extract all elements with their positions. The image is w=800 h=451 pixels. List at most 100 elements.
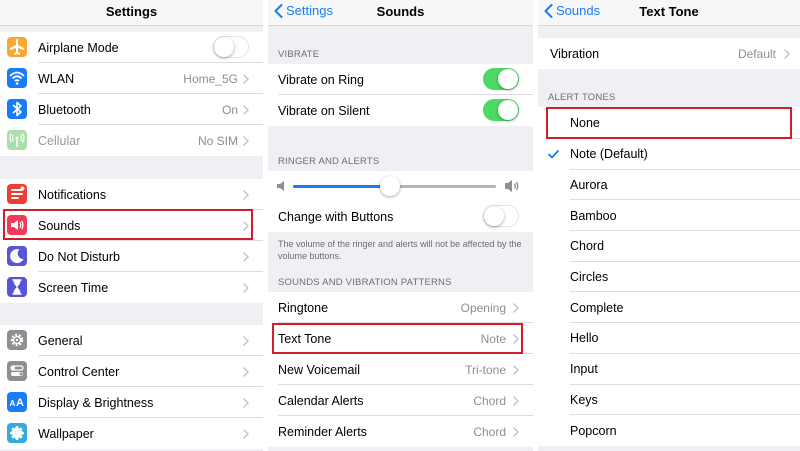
- pattern-item-reminder-alerts[interactable]: Reminder Alerts Chord: [268, 416, 533, 447]
- tone-item-note-default[interactable]: Note (Default): [538, 139, 800, 170]
- chevron-right-icon: [243, 397, 249, 408]
- settings-item-bluetooth[interactable]: Bluetooth On: [0, 94, 263, 125]
- chevron-right-icon: [513, 426, 519, 437]
- chevron-right-icon: [243, 189, 249, 200]
- settings-item-wlan[interactable]: WLAN Home_5G: [0, 63, 263, 94]
- settings-item-display-and-brightness[interactable]: A A Display & Brightness: [0, 387, 263, 418]
- settings-item-label: Notifications: [38, 187, 107, 202]
- vibration-row[interactable]: Vibration Default: [538, 38, 800, 69]
- settings-item-label: Wallpaper: [38, 426, 94, 441]
- hourglass-icon: [7, 277, 27, 297]
- chevron-right-icon: [243, 428, 249, 439]
- flower-icon: [7, 423, 27, 443]
- speaker-high-icon: [505, 180, 519, 192]
- settings-group-system: General Control Center A A Display & Brightn…: [0, 325, 263, 449]
- chevron-right-icon: [243, 104, 249, 115]
- vibrate-row-vibrate-on-silent: Vibrate on Silent: [268, 95, 533, 126]
- tone-label: None: [570, 116, 600, 130]
- patterns-group: Ringtone Opening Text Tone Note New Voicemai…: [268, 292, 533, 447]
- volume-slider-thumb[interactable]: [380, 176, 401, 196]
- wifi-icon: [7, 68, 27, 88]
- row-label: Reminder Alerts: [278, 424, 367, 439]
- row-value: Chord: [473, 424, 506, 439]
- settings-item-label: Screen Time: [38, 280, 109, 295]
- settings-item-notifications[interactable]: Notifications: [0, 179, 263, 210]
- settings-item-general[interactable]: General: [0, 325, 263, 356]
- text-tone-panel: Sounds Text Tone Vibration Default ALERT…: [538, 0, 800, 451]
- settings-panel: Settings Airplane Mode WLAN Home_5G Bluetoo…: [0, 0, 263, 451]
- row-value: Chord: [473, 393, 506, 408]
- tone-item-bamboo[interactable]: Bamboo: [538, 200, 800, 232]
- text-size-icon: AA: [7, 392, 27, 412]
- row-label: Vibration: [550, 46, 600, 61]
- bluetooth-icon: [7, 99, 27, 119]
- cellular-icon: [7, 130, 27, 150]
- svg-text:A: A: [16, 397, 24, 409]
- tone-label: Complete: [570, 300, 624, 315]
- settings-item-control-center[interactable]: Control Center: [0, 356, 263, 387]
- chevron-right-icon: [243, 251, 249, 262]
- notifications-icon: [7, 184, 27, 204]
- svg-text:A: A: [10, 399, 16, 408]
- tone-item-complete[interactable]: Complete: [538, 292, 800, 324]
- vibrate-on-ring-toggle[interactable]: [483, 68, 519, 90]
- text-tone-navbar: Sounds Text Tone: [538, 0, 800, 26]
- tone-item-input[interactable]: Input: [538, 353, 800, 385]
- row-value: Tri-tone: [465, 362, 506, 377]
- page-title: Settings: [105, 4, 158, 19]
- row-label: New Voicemail: [278, 362, 360, 377]
- row-label: Text Tone: [278, 331, 332, 346]
- chevron-right-icon: [513, 333, 519, 344]
- settings-item-sounds[interactable]: Sounds: [0, 210, 263, 241]
- chevron-right-icon: [243, 335, 249, 346]
- speaker-low-icon: [277, 181, 284, 191]
- page-title: Text Tone: [639, 4, 699, 19]
- checkmark-icon: [548, 150, 559, 159]
- vibrate-group: Vibrate on Ring Vibrate on Silent: [268, 64, 533, 126]
- tone-label: Popcorn: [570, 423, 617, 438]
- settings-item-wallpaper[interactable]: Wallpaper: [0, 418, 263, 449]
- settings-group-connectivity: Airplane Mode WLAN Home_5G Bluetooth On Cellu…: [0, 32, 263, 156]
- settings-item-do-not-disturb[interactable]: Do Not Disturb: [0, 241, 263, 272]
- chevron-right-icon: [513, 364, 519, 375]
- tone-item-circles[interactable]: Circles: [538, 261, 800, 293]
- chevron-right-icon: [243, 135, 249, 146]
- volume-slider[interactable]: [293, 176, 496, 196]
- chevron-right-icon: [243, 282, 249, 293]
- chevron-right-icon: [513, 302, 519, 313]
- pattern-item-text-tone[interactable]: Text Tone Note: [268, 323, 533, 354]
- settings-item-screen-time[interactable]: Screen Time: [0, 272, 263, 303]
- settings-item-cellular[interactable]: Cellular No SIM: [0, 125, 263, 156]
- pattern-item-calendar-alerts[interactable]: Calendar Alerts Chord: [268, 385, 533, 416]
- airplane-mode-toggle[interactable]: [213, 36, 249, 58]
- sounds-panel: Settings Sounds VIBRATE Vibrate on Ring V…: [268, 0, 533, 451]
- settings-item-airplane-mode[interactable]: Airplane Mode: [0, 32, 263, 63]
- pattern-item-new-voicemail[interactable]: New Voicemail Tri-tone: [268, 354, 533, 385]
- change-with-buttons-toggle[interactable]: [483, 205, 519, 227]
- tone-label: Chord: [570, 239, 605, 254]
- pattern-item-ringtone[interactable]: Ringtone Opening: [268, 292, 533, 323]
- tone-item-chord[interactable]: Chord: [538, 231, 800, 262]
- row-value: Default: [737, 46, 776, 61]
- vibrate-row-vibrate-on-ring: Vibrate on Ring: [268, 64, 533, 95]
- settings-group-alerts: Notifications Sounds Do Not Disturb Screen …: [0, 179, 263, 303]
- settings-item-label: Cellular: [38, 133, 81, 148]
- ringer-footer: The volume of the ringer and alerts will…: [278, 239, 522, 261]
- tone-item-none[interactable]: None: [538, 107, 800, 139]
- tone-item-keys[interactable]: Keys: [538, 384, 800, 416]
- vibrate-on-silent-toggle[interactable]: [483, 99, 519, 121]
- tone-item-popcorn[interactable]: Popcorn: [538, 415, 800, 446]
- settings-item-label: WLAN: [38, 71, 75, 86]
- settings-item-label: Do Not Disturb: [38, 249, 120, 264]
- speaker-icon: [7, 215, 27, 235]
- tone-label: Bamboo: [570, 208, 617, 223]
- row-label: Calendar Alerts: [278, 393, 364, 408]
- chevron-right-icon: [784, 48, 790, 59]
- tone-item-aurora[interactable]: Aurora: [538, 169, 800, 201]
- chevron-right-icon: [243, 73, 249, 84]
- settings-navbar: Settings: [0, 0, 263, 26]
- settings-item-value: Home_5G: [183, 71, 238, 86]
- airplane-icon: [7, 37, 27, 57]
- tone-label: Note (Default): [570, 147, 648, 162]
- tone-item-hello[interactable]: Hello: [538, 323, 800, 354]
